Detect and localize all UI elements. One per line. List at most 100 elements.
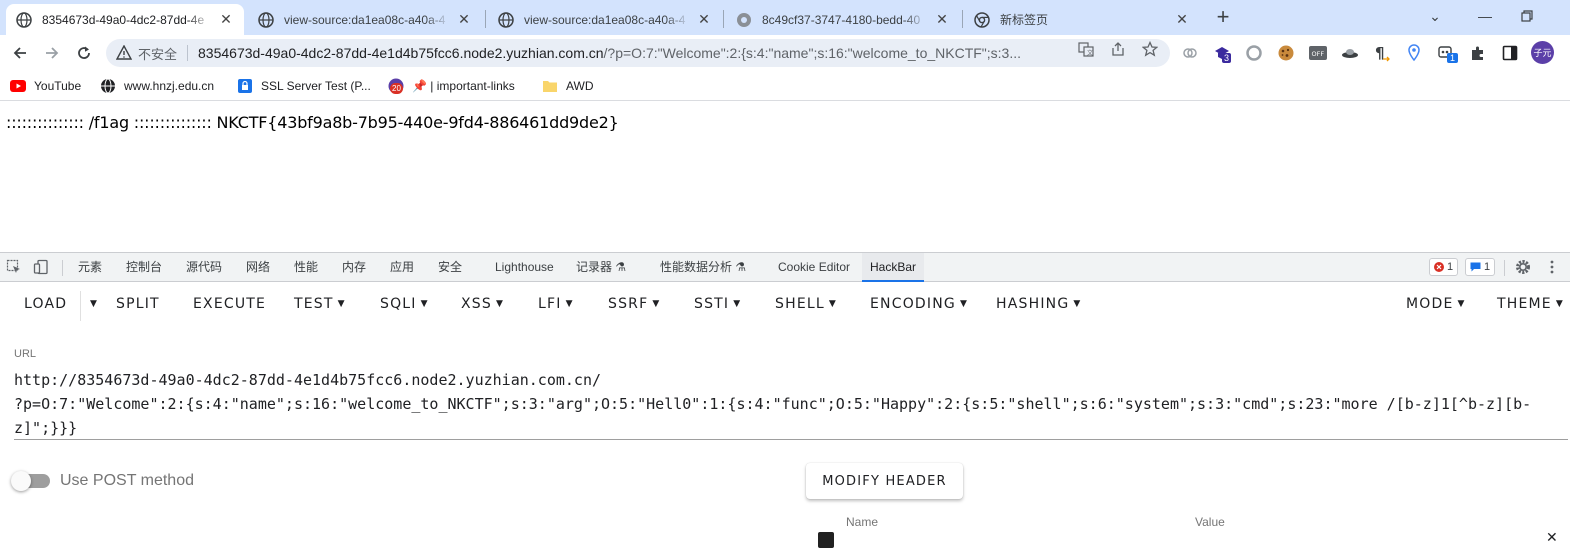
mode-menu-button[interactable]: MODE ▼	[1406, 296, 1464, 312]
bookmark-important-links[interactable]: 20 📌 | important-links	[388, 77, 515, 95]
bookmark-hnzj[interactable]: www.hnzj.edu.cn	[100, 77, 214, 95]
close-tab-icon[interactable]: ✕	[934, 11, 950, 28]
devtools-tab-memory[interactable]: 内存	[334, 253, 374, 282]
sqli-menu-button[interactable]: SQLI ▼	[380, 296, 428, 312]
bookmark-youtube[interactable]: YouTube	[10, 77, 81, 95]
post-method-label: Use POST method	[60, 472, 194, 489]
close-tab-icon[interactable]: ✕	[456, 11, 472, 28]
xss-menu-button[interactable]: XSS ▼	[461, 296, 503, 312]
devtools-tab-hackbar[interactable]: HackBar	[862, 253, 925, 282]
devtools-tab-console[interactable]: 控制台	[118, 253, 170, 282]
extension-hat-icon[interactable]: 3	[1212, 43, 1232, 63]
message-count-badge[interactable]: 1	[1465, 258, 1496, 276]
reload-icon[interactable]	[70, 39, 98, 67]
share-icon[interactable]	[1110, 41, 1126, 57]
devtools-tab-recorder[interactable]: 记录器 ⚗	[568, 253, 634, 282]
minimize-icon[interactable]: —	[1470, 4, 1500, 28]
inspect-element-icon[interactable]	[6, 259, 22, 275]
load-divider	[80, 291, 81, 321]
test-menu-button[interactable]: TEST ▼	[294, 296, 345, 312]
browser-tab-3[interactable]: view-source:da1ea08c-a40a-4 ✕	[488, 4, 722, 35]
extension-robot-icon[interactable]: 1	[1436, 43, 1459, 63]
devtools-tab-elements[interactable]: 元素	[70, 253, 110, 282]
folder-icon	[542, 78, 558, 94]
devtools-panel: 元素 控制台 源代码 网络 性能 内存 应用 安全 Lighthouse 记录器…	[0, 252, 1570, 548]
address-bar[interactable]: 不安全 8354673d-49a0-4dc2-87dd-4e1d4b75fcc6…	[106, 39, 1170, 67]
extension-badge: 3	[1222, 53, 1232, 63]
extensions-puzzle-icon[interactable]	[1468, 43, 1488, 63]
shell-menu-button[interactable]: SHELL ▼	[775, 296, 836, 312]
close-tab-icon[interactable]: ✕	[696, 11, 712, 28]
load-dropdown-caret-icon[interactable]: ▼	[86, 296, 97, 312]
hashing-menu-button[interactable]: HASHING ▼	[996, 296, 1080, 312]
devtools-tab-sources[interactable]: 源代码	[178, 253, 230, 282]
post-method-toggle[interactable]	[11, 471, 50, 491]
modify-header-button[interactable]: MODIFY HEADER	[806, 463, 963, 499]
extension-circle-icon[interactable]	[1244, 43, 1264, 63]
tab-separator	[485, 10, 486, 28]
devtools-tab-performance[interactable]: 性能	[286, 253, 326, 282]
devtools-tab-application[interactable]: 应用	[382, 253, 422, 282]
security-label: 不安全	[138, 46, 178, 62]
error-count-badge[interactable]: 1	[1429, 258, 1459, 276]
new-tab-button[interactable]: +	[1210, 5, 1236, 31]
browser-toolbar: 不安全 8354673d-49a0-4dc2-87dd-4e1d4b75fcc6…	[0, 35, 1570, 71]
devtools-tab-bar: 元素 控制台 源代码 网络 性能 内存 应用 安全 Lighthouse 记录器…	[0, 253, 1570, 282]
devtools-tab-lighthouse[interactable]: Lighthouse	[487, 253, 562, 282]
close-tab-icon[interactable]: ✕	[218, 11, 234, 28]
more-options-icon[interactable]	[1544, 259, 1560, 275]
message-count: 1	[1484, 261, 1491, 273]
load-button[interactable]: LOAD	[24, 296, 67, 312]
devtools-tab-network[interactable]: 网络	[238, 253, 278, 282]
encoding-menu-button[interactable]: ENCODING ▼	[870, 296, 967, 312]
theme-menu-button[interactable]: THEME ▼	[1497, 296, 1563, 312]
remove-header-close-icon[interactable]: ✕	[1546, 529, 1558, 546]
browser-tab-1[interactable]: 8354673d-49a0-4dc2-87dd-4e ✕	[6, 4, 244, 35]
extension-paragraph-icon[interactable]: ¶	[1372, 43, 1392, 63]
ssrf-menu-button[interactable]: SSRF ▼	[608, 296, 659, 312]
settings-gear-icon[interactable]	[1515, 259, 1531, 275]
profile-avatar[interactable]: 子元	[1531, 41, 1554, 64]
devtools-tab-performance-insights[interactable]: 性能数据分析 ⚗	[652, 253, 754, 282]
omnibox-divider	[187, 45, 189, 61]
split-button[interactable]: SPLIT	[116, 296, 160, 312]
devtools-tab-cookie-editor[interactable]: Cookie Editor	[770, 253, 858, 282]
cookie-icon[interactable]	[1276, 43, 1296, 63]
restore-window-icon[interactable]	[1512, 4, 1542, 28]
ssti-menu-button[interactable]: SSTI ▼	[694, 296, 740, 312]
url-path: /?p=O:7:"Welcome":2:{s:4:"name";s:16:"we…	[603, 45, 1022, 61]
globe-icon	[498, 11, 514, 28]
header-enable-checkbox[interactable]	[818, 532, 834, 548]
extension-link-icon[interactable]	[1180, 43, 1200, 63]
tab-title: 新标签页	[1000, 13, 1049, 27]
tab-separator	[723, 10, 724, 28]
off-toggle-icon[interactable]: OFF	[1308, 43, 1328, 63]
dropdown-caret-icon: ▼	[565, 299, 573, 309]
side-panel-icon[interactable]	[1500, 43, 1520, 63]
bookmark-star-icon[interactable]	[1142, 41, 1158, 57]
url-text[interactable]: 8354673d-49a0-4dc2-87dd-4e1d4b75fcc6.nod…	[198, 45, 1066, 61]
execute-button[interactable]: EXECUTE	[193, 296, 266, 312]
forward-arrow-icon[interactable]	[38, 39, 66, 67]
browser-tab-2[interactable]: view-source:da1ea08c-a40a-4 ✕	[248, 4, 482, 35]
device-toolbar-icon[interactable]	[33, 259, 49, 275]
bookmark-awd-folder[interactable]: AWD	[542, 77, 594, 95]
bookmark-ssl-test[interactable]: SSL Server Test (P...	[237, 77, 371, 95]
location-pin-icon[interactable]	[1404, 43, 1424, 63]
browser-tab-5[interactable]: 新标签页 ✕	[964, 4, 1200, 35]
globe-icon	[736, 12, 752, 28]
message-icon	[1470, 262, 1481, 272]
extension-ufo-icon[interactable]	[1340, 43, 1360, 63]
url-textarea[interactable]: http://8354673d-49a0-4dc2-87dd-4e1d4b75f…	[14, 368, 1568, 440]
security-indicator[interactable]: 不安全	[116, 44, 177, 63]
lfi-menu-button[interactable]: LFI ▼	[538, 296, 573, 312]
translate-icon[interactable]: 文	[1078, 41, 1094, 57]
tab-title: 8354673d-49a0-4dc2-87dd-4e	[42, 12, 205, 27]
svg-text:文: 文	[1087, 49, 1093, 57]
devtools-tab-security[interactable]: 安全	[430, 253, 470, 282]
close-tab-icon[interactable]: ✕	[1174, 11, 1190, 28]
toggle-knob	[11, 471, 31, 491]
back-arrow-icon[interactable]	[6, 39, 34, 67]
browser-tab-4[interactable]: 8c49cf37-3747-4180-bedd-40 ✕	[726, 4, 960, 35]
tab-search-chevron-icon[interactable]: ⌄	[1420, 4, 1450, 28]
